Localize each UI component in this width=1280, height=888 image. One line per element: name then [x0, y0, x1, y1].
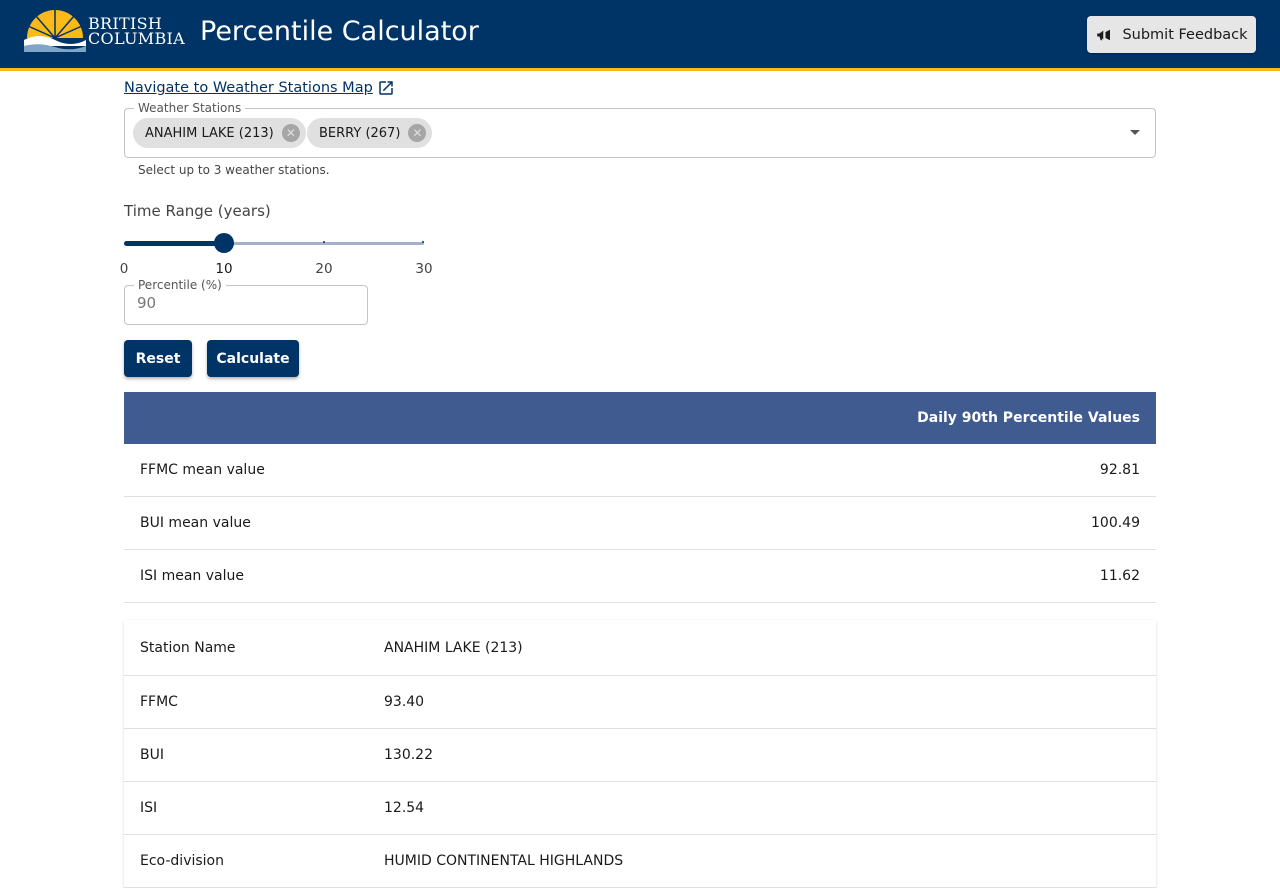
row-value: ANAHIM LAKE (213)	[384, 639, 523, 656]
table-row: Eco-division HUMID CONTINENTAL HIGHLANDS	[124, 835, 1156, 888]
row-value: HUMID CONTINENTAL HIGHLANDS	[384, 853, 624, 869]
row-label: Station Name	[140, 639, 236, 656]
row-value: 130.22	[384, 747, 433, 763]
row-label: ISI	[140, 800, 158, 816]
weather-stations-select[interactable]: Weather Stations ANAHIM LAKE (213) ✕ BER…	[124, 100, 1156, 158]
megaphone-icon	[1097, 29, 1111, 40]
slider-thumb[interactable]	[214, 233, 234, 253]
weather-stations-legend: Weather Stations	[134, 100, 246, 116]
percentile-field: Percentile (%)	[124, 277, 368, 325]
calculate-button[interactable]: Calculate	[207, 340, 299, 377]
stations-helper-text: Select up to 3 weather stations.	[138, 163, 330, 177]
table-row: BUI 130.22	[124, 729, 1156, 782]
bc-wordmark: BRITISH COLUMBIA	[88, 14, 186, 48]
station-chip-anahim-lake[interactable]: ANAHIM LAKE (213) ✕	[133, 118, 306, 148]
slider-mark-20: 20	[315, 261, 333, 277]
chip-remove-icon[interactable]: ✕	[281, 124, 300, 142]
row-value: 12.54	[384, 800, 425, 816]
bc-gov-logo[interactable]: BRITISH COLUMBIA	[24, 10, 185, 54]
chip-remove-icon[interactable]: ✕	[408, 124, 427, 142]
station-chip-label: ANAHIM LAKE (213)	[145, 125, 274, 141]
slider-mark-0: 0	[119, 261, 129, 277]
station-chip-berry[interactable]: BERRY (267) ✕	[307, 118, 433, 148]
reset-button[interactable]: Reset	[124, 340, 192, 377]
mean-values-table: Daily 90th Percentile Values FFMC mean v…	[124, 392, 1156, 603]
external-link-icon	[379, 81, 393, 95]
row-label: ISI mean value	[140, 568, 244, 584]
mean-table-header: Daily 90th Percentile Values	[124, 392, 1156, 444]
page-title: Percentile Calculator	[200, 16, 479, 47]
row-value: 11.62	[1099, 568, 1140, 584]
table-row: ISI mean value 11.62	[124, 550, 1156, 603]
submit-feedback-label: Submit Feedback	[1122, 26, 1248, 43]
row-label: FFMC mean value	[140, 462, 265, 478]
row-value: 92.81	[1099, 462, 1140, 478]
percentile-legend: Percentile (%)	[134, 277, 226, 293]
row-label: BUI	[140, 747, 164, 763]
table-row: ISI 12.54	[124, 782, 1156, 835]
row-value: 100.49	[1091, 515, 1140, 531]
slider-tick	[422, 241, 424, 243]
row-label: Eco-division	[140, 853, 224, 869]
table-row: FFMC mean value 92.81	[124, 444, 1156, 497]
percentile-input[interactable]	[137, 294, 357, 312]
slider-mark-30: 30	[415, 261, 433, 277]
row-label: BUI mean value	[140, 515, 251, 531]
row-value: 93.40	[384, 694, 425, 710]
slider-tick	[323, 241, 325, 243]
time-range-label: Time Range (years)	[124, 202, 271, 220]
station-chip-label: BERRY (267)	[319, 125, 401, 141]
dropdown-arrow-icon[interactable]	[1130, 130, 1140, 135]
table-row: Station Name ANAHIM LAKE (213)	[124, 620, 1156, 676]
slider-fill	[124, 241, 224, 246]
weather-stations-map-link[interactable]: Navigate to Weather Stations Map	[124, 79, 395, 97]
map-link-label: Navigate to Weather Stations Map	[124, 80, 373, 96]
app-header: BRITISH COLUMBIA Percentile Calculator S…	[0, 0, 1280, 71]
submit-feedback-button[interactable]: Submit Feedback	[1087, 16, 1256, 53]
mean-table-header-label: Daily 90th Percentile Values	[917, 410, 1140, 426]
station-details-table: Station Name ANAHIM LAKE (213) FFMC 93.4…	[124, 620, 1156, 888]
row-label: FFMC	[140, 694, 178, 710]
table-row: FFMC 93.40	[124, 676, 1156, 729]
bc-sun-logo-icon	[24, 10, 86, 52]
slider-mark-10: 10	[215, 261, 233, 277]
time-range-slider[interactable]	[124, 233, 424, 253]
table-row: BUI mean value 100.49	[124, 497, 1156, 550]
